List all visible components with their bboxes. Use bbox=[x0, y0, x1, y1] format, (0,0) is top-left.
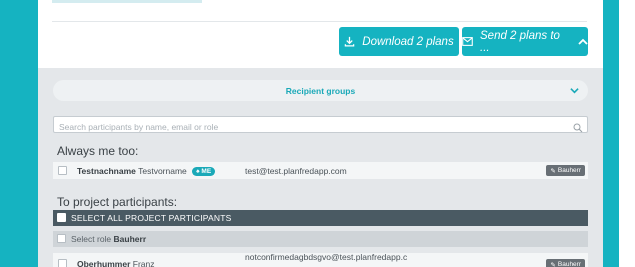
me-participant-name: Testnachname Testvorname ♠ ME bbox=[77, 166, 216, 176]
me-badge-label: ME bbox=[201, 168, 212, 175]
participant-email: notconfirmedagbdsgvo@test.planfredapp.c bbox=[245, 252, 408, 262]
send-plans-label: Send 2 plans to ... bbox=[480, 29, 560, 54]
role-tag: ✎ Bauherr bbox=[546, 165, 585, 176]
me-badge: ♠ ME bbox=[192, 167, 216, 176]
me-participant-checkbox[interactable] bbox=[58, 166, 67, 175]
always-me-title: Always me too: bbox=[57, 144, 139, 158]
participant-search-input[interactable] bbox=[54, 119, 587, 135]
select-role-label: Select role Bauherr bbox=[71, 234, 146, 244]
participant-role-tag: ✎ Bauherr bbox=[546, 259, 585, 267]
participant-checkbox[interactable] bbox=[58, 259, 67, 267]
participant-last-name: Oberhummer bbox=[77, 259, 131, 267]
select-role-prefix: Select role bbox=[71, 234, 112, 244]
top-tab-strip bbox=[52, 0, 587, 22]
role-tag-label: Bauherr bbox=[557, 167, 581, 174]
send-plans-dialog: Download 2 plans Send 2 plans to ... Rec… bbox=[38, 0, 603, 267]
participant-first-name: Franz bbox=[132, 259, 155, 267]
recipient-groups-label: Recipient groups bbox=[285, 85, 356, 96]
project-participants-title: To project participants: bbox=[57, 195, 178, 209]
user-icon: ♠ bbox=[196, 168, 200, 175]
download-plans-label: Download 2 plans bbox=[362, 35, 454, 48]
participant-search-field bbox=[53, 116, 588, 135]
chevron-up-icon bbox=[578, 38, 588, 45]
left-accent-rail bbox=[0, 0, 38, 267]
select-role-row[interactable]: Select role Bauherr bbox=[53, 231, 588, 247]
recipients-panel: Recipient groups Always me too: Testnach… bbox=[38, 68, 603, 267]
participant-name: Oberhummer Franz bbox=[77, 259, 154, 267]
download-icon bbox=[344, 36, 355, 47]
envelope-icon bbox=[462, 37, 473, 46]
download-plans-button[interactable]: Download 2 plans bbox=[339, 27, 459, 56]
participant-row: Oberhummer Franz notconfirmedagbdsgvo@te… bbox=[53, 252, 588, 267]
me-email: test@test.planfredapp.com bbox=[245, 166, 347, 176]
me-participant-row: Testnachname Testvorname ♠ ME test@test.… bbox=[53, 162, 588, 179]
select-all-participants-row[interactable]: SELECT ALL PROJECT PARTICIPANTS bbox=[53, 210, 588, 226]
role-icon: ✎ bbox=[550, 261, 556, 267]
select-role-name: Bauherr bbox=[113, 234, 147, 244]
select-all-label: SELECT ALL PROJECT PARTICIPANTS bbox=[71, 213, 232, 223]
select-role-checkbox[interactable] bbox=[57, 234, 66, 243]
active-tab-indicator bbox=[52, 0, 202, 3]
recipient-groups-toggle[interactable]: Recipient groups bbox=[53, 80, 588, 101]
me-first-name: Testvorname bbox=[138, 166, 187, 176]
participant-role-label: Bauherr bbox=[557, 261, 581, 267]
search-icon bbox=[573, 120, 583, 138]
chevron-down-icon bbox=[570, 86, 579, 96]
send-plans-button[interactable]: Send 2 plans to ... bbox=[462, 27, 588, 56]
me-last-name: Testnachname bbox=[77, 166, 136, 176]
role-icon: ✎ bbox=[550, 167, 556, 175]
right-accent-rail bbox=[603, 0, 619, 267]
select-all-checkbox[interactable] bbox=[57, 213, 66, 222]
